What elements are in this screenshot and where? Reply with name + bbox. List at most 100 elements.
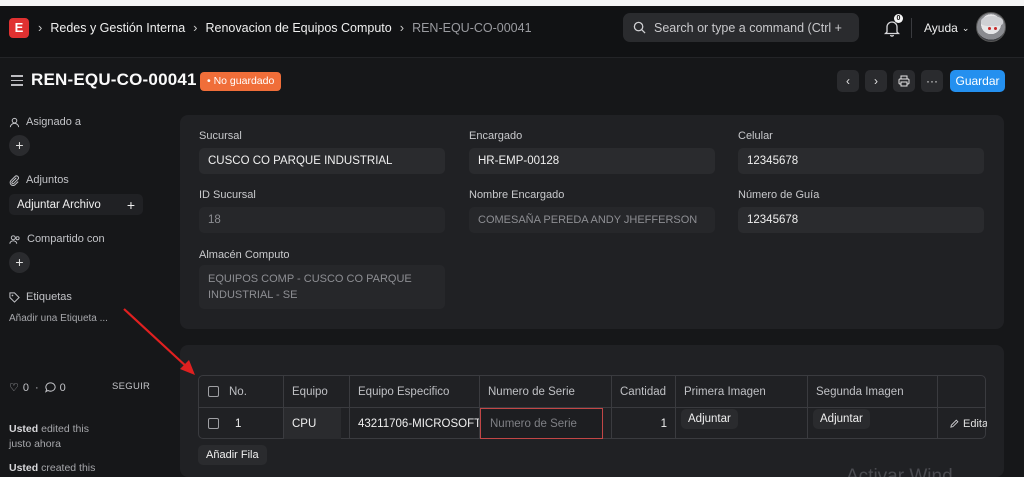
column-header: Cantidad [611,376,675,407]
search-icon [633,21,646,34]
edit-row-link[interactable]: Editar [950,418,987,430]
column-header: Equipo [283,376,349,407]
id-sucursal-label: ID Sucursal [199,189,256,201]
chevron-right-icon: › [38,20,43,35]
edit-label: Editar [963,417,987,430]
edit-row-button[interactable]: Editar [937,408,987,439]
follow-button[interactable]: SEGUIR [112,381,150,392]
equipo-especifico-cell[interactable]: 43211706-MICROSOFT [349,408,479,439]
paperclip-icon [9,174,19,186]
avatar[interactable] [976,12,1006,42]
comment-icon[interactable] [44,382,56,393]
help-label: Ayuda [924,21,958,35]
sidebar-toggle-icon[interactable] [11,75,23,86]
more-menu-button[interactable]: ··· [921,70,943,92]
likes-comments: ♡ 0 · 0 [9,381,66,395]
settings-column [937,376,987,407]
attachments-label: Adjuntos [26,174,69,186]
assigned-label: Asignado a [26,116,82,128]
chevron-left-icon: ‹ [846,74,850,88]
select-all-checkbox[interactable] [199,376,221,407]
equipo-cell[interactable]: CPU [283,408,349,439]
table-row[interactable]: 1 CPU 43211706-MICROSOFT Numero de Serie… [199,407,987,439]
chevron-right-icon: › [874,74,878,88]
activity-user: Usted [9,462,39,474]
users-icon [9,234,20,244]
equipment-table-section: No. Equipo Equipo Especifico Numero de S… [180,345,1004,477]
add-tag-link[interactable]: Añadir una Etiqueta ... [9,313,108,324]
divider [911,18,912,38]
almacen-field: EQUIPOS COMP - CUSCO CO PARQUE INDUSTRIA… [199,265,445,309]
previous-button[interactable]: ‹ [837,70,859,92]
segunda-imagen-cell[interactable]: Adjuntar [807,408,937,439]
notification-badge: 0 [894,14,903,23]
print-button[interactable] [893,70,915,92]
primera-imagen-cell[interactable]: Adjuntar [675,408,807,439]
equipo-value: CPU [284,408,341,439]
sucursal-label: Sucursal [199,130,242,142]
attach-file-label: Adjuntar Archivo [17,198,101,211]
add-assignee-button[interactable]: + [9,135,30,156]
tags-label: Etiquetas [26,291,72,303]
numero-guia-label: Número de Guía [738,189,820,201]
next-button[interactable]: › [865,70,887,92]
windows-activation-watermark: Activar Wind [846,466,953,477]
add-share-button[interactable]: + [9,252,30,273]
pencil-icon [950,419,959,428]
activity-item: Usted edited this justo ahora [9,422,109,452]
like-count: 0 [22,381,29,394]
browser-strip [0,0,1024,6]
almacen-label: Almacén Computo [199,249,290,261]
help-dropdown[interactable]: Ayuda ⌄ [924,21,969,35]
search-bar[interactable] [623,13,859,42]
plus-icon: + [126,196,135,213]
equipment-table: No. Equipo Equipo Especifico Numero de S… [198,375,987,439]
table-header-row: No. Equipo Equipo Especifico Numero de S… [199,376,985,407]
almacen-value-line-1: EQUIPOS COMP - CUSCO CO PARQUE [208,273,412,285]
shared-label: Compartido con [27,233,105,245]
printer-icon [898,75,910,87]
nombre-encargado-field: COMESAÑA PEREDA ANDY JHEFFERSON [469,207,715,233]
column-header: Primera Imagen [675,376,807,407]
search-input[interactable] [654,20,844,35]
breadcrumb-item-doctype[interactable]: Renovacion de Equipos Computo [205,21,391,35]
shared-with-section: Compartido con [9,233,105,245]
celular-label: Celular [738,130,773,142]
attach-first-image-button[interactable]: Adjuntar [681,408,738,429]
cantidad-cell[interactable]: 1 [611,408,675,439]
activity-item: Usted created this [9,461,109,476]
add-row-button[interactable]: Añadir Fila [198,445,267,465]
numero-serie-cell[interactable]: Numero de Serie [479,408,611,439]
attach-second-image-button[interactable]: Adjuntar [813,408,870,429]
chevron-right-icon: › [193,20,198,35]
activity-user: Usted [9,423,39,435]
save-button[interactable]: Guardar [950,70,1005,92]
encargado-field[interactable]: HR-EMP-00128 [469,148,715,174]
page-title: REN-EQU-CO-00041 [31,70,197,89]
top-navbar: E › Redes y Gestión Interna › Renovacion… [0,0,1024,58]
attach-file-button[interactable]: Adjuntar Archivo + [9,194,143,215]
assigned-to-section: Asignado a [9,116,81,128]
chevron-right-icon: › [399,20,405,35]
celular-field[interactable]: 12345678 [738,148,984,174]
row-checkbox[interactable] [199,408,221,439]
numero-guia-field[interactable]: 12345678 [738,207,984,233]
breadcrumb-item-module[interactable]: Redes y Gestión Interna [50,21,185,35]
numero-serie-input[interactable]: Numero de Serie [480,408,603,439]
heart-icon[interactable]: ♡ [9,381,19,394]
status-badge: • No guardado [200,72,282,91]
user-icon [9,117,20,127]
nombre-encargado-label: Nombre Encargado [469,189,565,201]
column-header: Equipo Especifico [349,376,479,407]
breadcrumb-item-document: REN-EQU-CO-00041 [412,20,532,35]
column-header: No. [229,385,247,398]
tags-section: Etiquetas [9,291,72,303]
sucursal-field[interactable]: CUSCO CO PARQUE INDUSTRIAL [199,148,445,174]
tag-icon [9,291,20,303]
column-header: Numero de Serie [479,376,611,407]
almacen-value-line-2: INDUSTRIAL - SE [208,289,298,301]
app-logo[interactable]: E [9,18,29,38]
chevron-down-icon: ⌄ [961,22,970,33]
encargado-label: Encargado [469,130,523,142]
form-section: Sucursal CUSCO CO PARQUE INDUSTRIAL Enca… [180,115,1004,329]
